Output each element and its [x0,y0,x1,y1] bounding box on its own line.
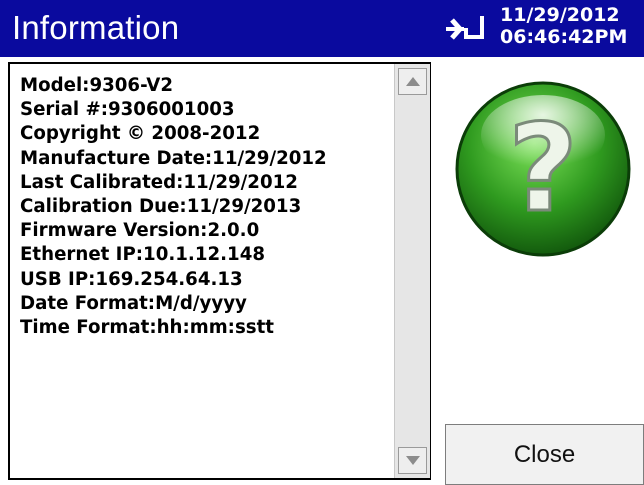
status-datetime: 11/29/2012 06:46:42PM [500,4,644,48]
info-line-calibration-due: Calibration Due:11/29/2013 [20,196,302,218]
question-glyph: ? [508,100,578,239]
arrow-up-icon [406,77,420,86]
info-line-firmware-version: Firmware Version:2.0.0 [20,220,260,242]
info-line-time-format: Time Format:hh:mm:sstt [20,317,274,339]
info-line-serial: Serial #:9306001003 [20,99,235,121]
info-textbox[interactable]: Model:9306-V2 Serial #:9306001003 Copyri… [8,62,431,480]
info-lines: Model:9306-V2 Serial #:9306001003 Copyri… [20,74,390,340]
info-line-date-format: Date Format:M/d/yyyy [20,292,247,314]
info-line-usb-ip: USB IP:169.254.64.13 [20,268,243,290]
arrow-down-icon [406,456,420,465]
scroll-down-button[interactable] [398,447,427,474]
close-button[interactable]: Close [445,424,644,485]
info-line-manufacture-date: Manufacture Date:11/29/2012 [20,147,327,169]
question-icon: ? [455,81,631,257]
info-line-ethernet-ip: Ethernet IP:10.1.12.148 [20,244,266,266]
scroll-up-button[interactable] [398,68,427,95]
status-time: 06:46:42PM [500,26,628,48]
title-bar: Information 11/29/2012 06:46:42PM [0,0,644,57]
info-line-model: Model:9306-V2 [20,75,174,96]
vertical-scrollbar[interactable] [394,64,430,478]
usb-connect-icon [446,16,484,40]
info-line-last-calibrated: Last Calibrated:11/29/2012 [20,171,298,193]
window-title: Information [12,9,180,46]
info-line-copyright: Copyright © 2008-2012 [20,123,261,145]
status-date: 11/29/2012 [500,4,620,26]
